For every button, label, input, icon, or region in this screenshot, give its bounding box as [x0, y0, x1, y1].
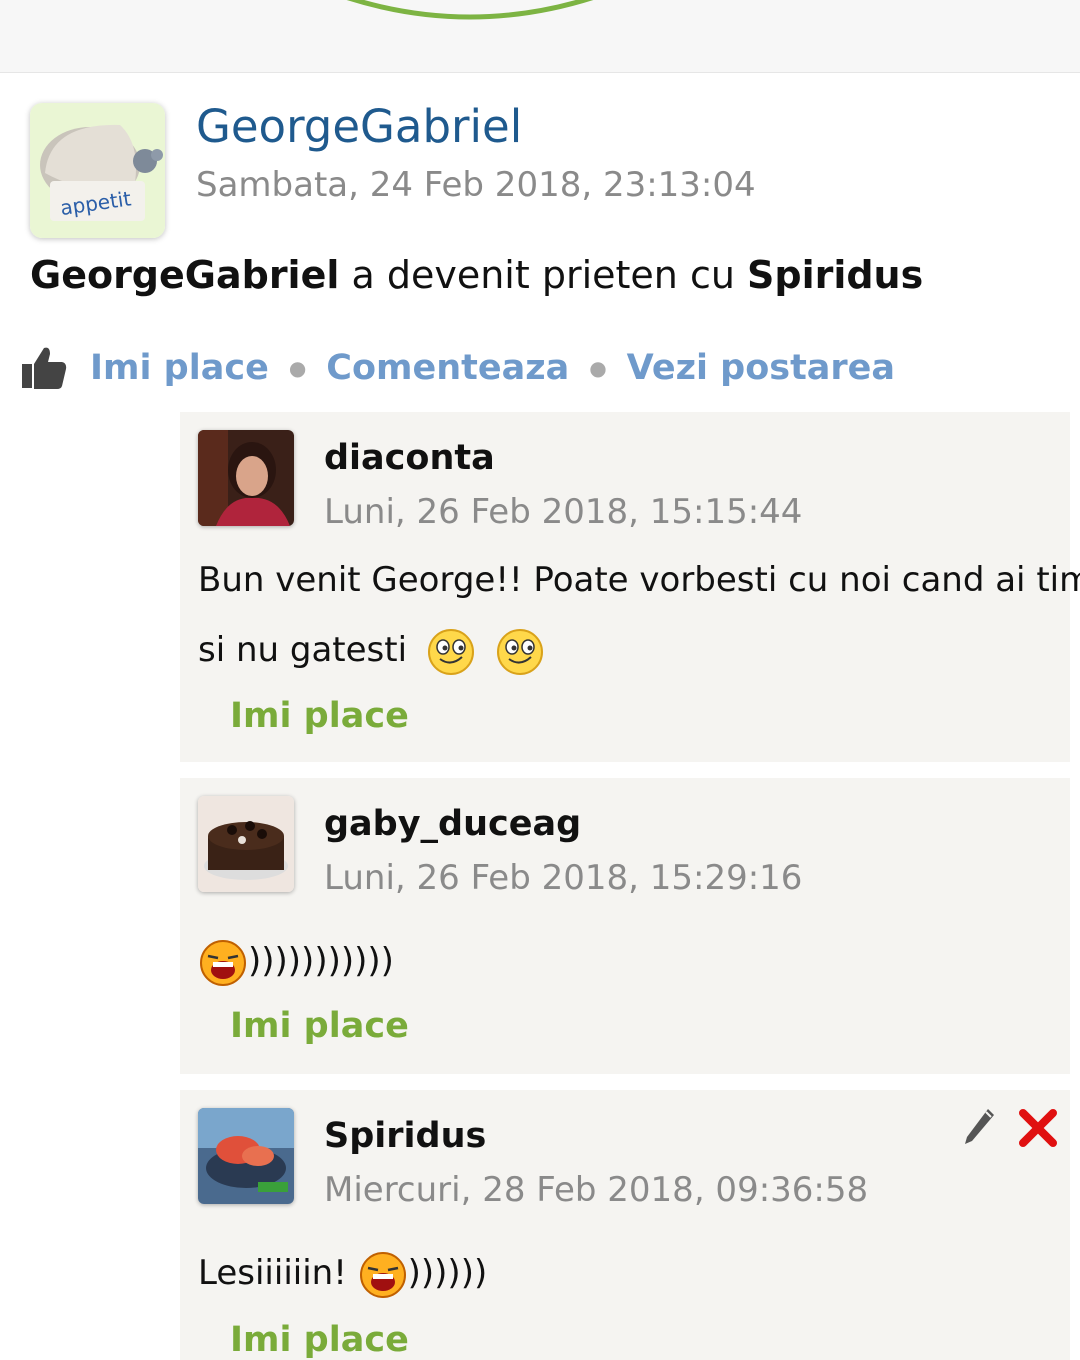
comment-timestamp: Luni, 26 Feb 2018, 15:15:44 [324, 492, 803, 532]
comment-timestamp: Miercuri, 28 Feb 2018, 09:36:58 [324, 1170, 869, 1210]
separator-dot: ● [288, 356, 307, 380]
thumbs-up-icon[interactable] [20, 344, 68, 392]
commenter-avatar[interactable] [198, 1108, 294, 1204]
activity-subject[interactable]: GeorgeGabriel [30, 253, 339, 297]
like-link[interactable]: Imi place [90, 348, 269, 388]
comment-text-segment: si nu gatesti [198, 630, 408, 670]
site-logo [346, 0, 594, 20]
post-activity-text: GeorgeGabriel a devenit prieten cu Spiri… [30, 253, 923, 297]
edit-pencil-icon[interactable] [962, 1107, 996, 1147]
comment-text: ))))))))))) [198, 926, 394, 996]
post-actions: Imi place ● Comenteaza ● Vezi postarea [20, 338, 895, 398]
commenter-name[interactable]: gaby_duceag [324, 804, 581, 844]
commenter-name[interactable]: diaconta [324, 438, 495, 478]
view-post-link[interactable]: Vezi postarea [627, 348, 895, 388]
grinning-smiley-icon [427, 628, 474, 675]
comment-like-link[interactable]: Imi place [230, 1006, 409, 1046]
comment-text-line: Bun venit George!! Poate vorbesti cu noi… [198, 560, 1080, 600]
post-author-name[interactable]: GeorgeGabriel [196, 100, 522, 153]
laughing-smiley-icon [200, 939, 246, 986]
comment-item: gaby_duceag Luni, 26 Feb 2018, 15:29:16 … [180, 778, 1070, 1074]
comment-item: Spiridus Miercuri, 28 Feb 2018, 09:36:58… [180, 1090, 1070, 1360]
separator-dot: ● [589, 356, 607, 380]
comment-text-segment: Lesiiiiiin! [198, 1253, 358, 1293]
commenter-name[interactable]: Spiridus [324, 1116, 486, 1156]
comment-like-link[interactable]: Imi place [230, 696, 409, 736]
laughing-smiley-icon [359, 1251, 406, 1298]
activity-object[interactable]: Spiridus [747, 253, 923, 297]
post-timestamp: Sambata, 24 Feb 2018, 23:13:04 [196, 165, 756, 205]
grinning-smiley-icon [496, 628, 543, 675]
comment-link[interactable]: Comenteaza [326, 348, 569, 388]
comment-text-line: si nu gatesti [198, 615, 1080, 685]
comment-text: Bun venit George!! Poate vorbesti cu noi… [198, 545, 1080, 685]
comment-item: diaconta Luni, 26 Feb 2018, 15:15:44 Bun… [180, 412, 1080, 762]
post-author-avatar[interactable]: appetit [30, 103, 165, 238]
commenter-avatar[interactable] [198, 430, 294, 526]
comment-text-segment: )))))) [407, 1253, 488, 1293]
comment-timestamp: Luni, 26 Feb 2018, 15:29:16 [324, 858, 803, 898]
commenter-avatar[interactable] [198, 796, 294, 892]
comment-text: Lesiiiiiin! )))))) [198, 1238, 487, 1308]
comment-text-segment: ))))))))))) [248, 941, 394, 981]
site-header [0, 0, 1080, 73]
activity-verb: a devenit prieten cu [339, 253, 747, 297]
delete-x-icon[interactable] [1018, 1108, 1058, 1148]
comment-like-link[interactable]: Imi place [230, 1320, 409, 1360]
